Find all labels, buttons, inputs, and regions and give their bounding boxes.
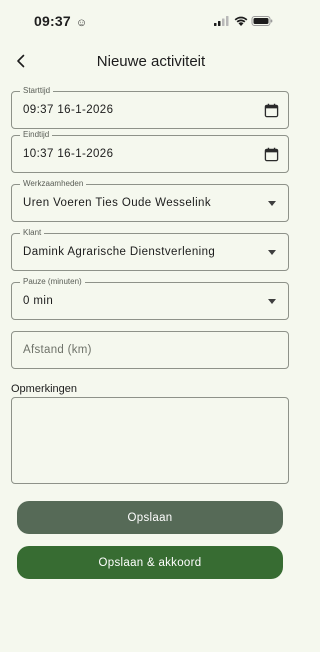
start-time-value: 09:37 16-1-2026 — [23, 104, 114, 116]
client-value: Damink Agrarische Dienstverlening — [23, 246, 216, 258]
dropdown-arrow-icon — [268, 299, 276, 304]
dropdown-arrow-icon — [268, 201, 276, 206]
end-time-value: 10:37 16-1-2026 — [23, 148, 114, 160]
dropdown-arrow-icon — [268, 250, 276, 255]
wifi-icon — [234, 16, 248, 26]
pause-label: Pauze (minuten) — [20, 277, 85, 287]
smiley-icon: ☺ — [75, 17, 88, 29]
status-icons — [214, 16, 273, 26]
activities-label: Werkzaamheden — [20, 179, 87, 189]
client-label: Klant — [20, 228, 45, 238]
save-approve-button-label: Opslaan & akkoord — [98, 556, 202, 569]
remarks-textarea[interactable] — [11, 397, 289, 484]
distance-input[interactable]: Afstand (km) — [11, 331, 289, 369]
battery-icon — [251, 16, 273, 26]
activities-value: Uren Voeren Ties Oude Wesselink — [23, 197, 211, 209]
activities-dropdown[interactable]: Werkzaamheden Uren Voeren Ties Oude Wess… — [11, 179, 289, 222]
save-approve-button[interactable]: Opslaan & akkoord — [17, 546, 283, 579]
distance-placeholder: Afstand (km) — [23, 344, 92, 356]
signal-icon — [214, 16, 229, 26]
page-title: Nieuwe activiteit — [96, 53, 206, 70]
calendar-icon[interactable] — [264, 103, 279, 118]
client-dropdown[interactable]: Klant Damink Agrarische Dienstverlening — [11, 228, 289, 271]
pause-value: 0 min — [23, 295, 54, 307]
end-time-label: Eindtijd — [20, 130, 53, 140]
status-time-text: 09:37 — [34, 13, 71, 29]
start-time-label: Starttijd — [20, 86, 54, 96]
remarks-label: Opmerkingen — [11, 383, 78, 395]
status-time: 09:37 ☺ — [34, 13, 87, 29]
calendar-icon[interactable] — [264, 147, 279, 162]
status-bar: 09:37 ☺ — [0, 0, 300, 44]
save-button-label: Opslaan — [127, 511, 173, 524]
start-time-field[interactable]: Starttijd 09:37 16-1-2026 — [11, 86, 289, 129]
pause-dropdown[interactable]: Pauze (minuten) 0 min — [11, 277, 289, 320]
save-button[interactable]: Opslaan — [17, 501, 283, 534]
app-bar: Nieuwe activiteit — [0, 44, 300, 80]
end-time-field[interactable]: Eindtijd 10:37 16-1-2026 — [11, 130, 289, 173]
